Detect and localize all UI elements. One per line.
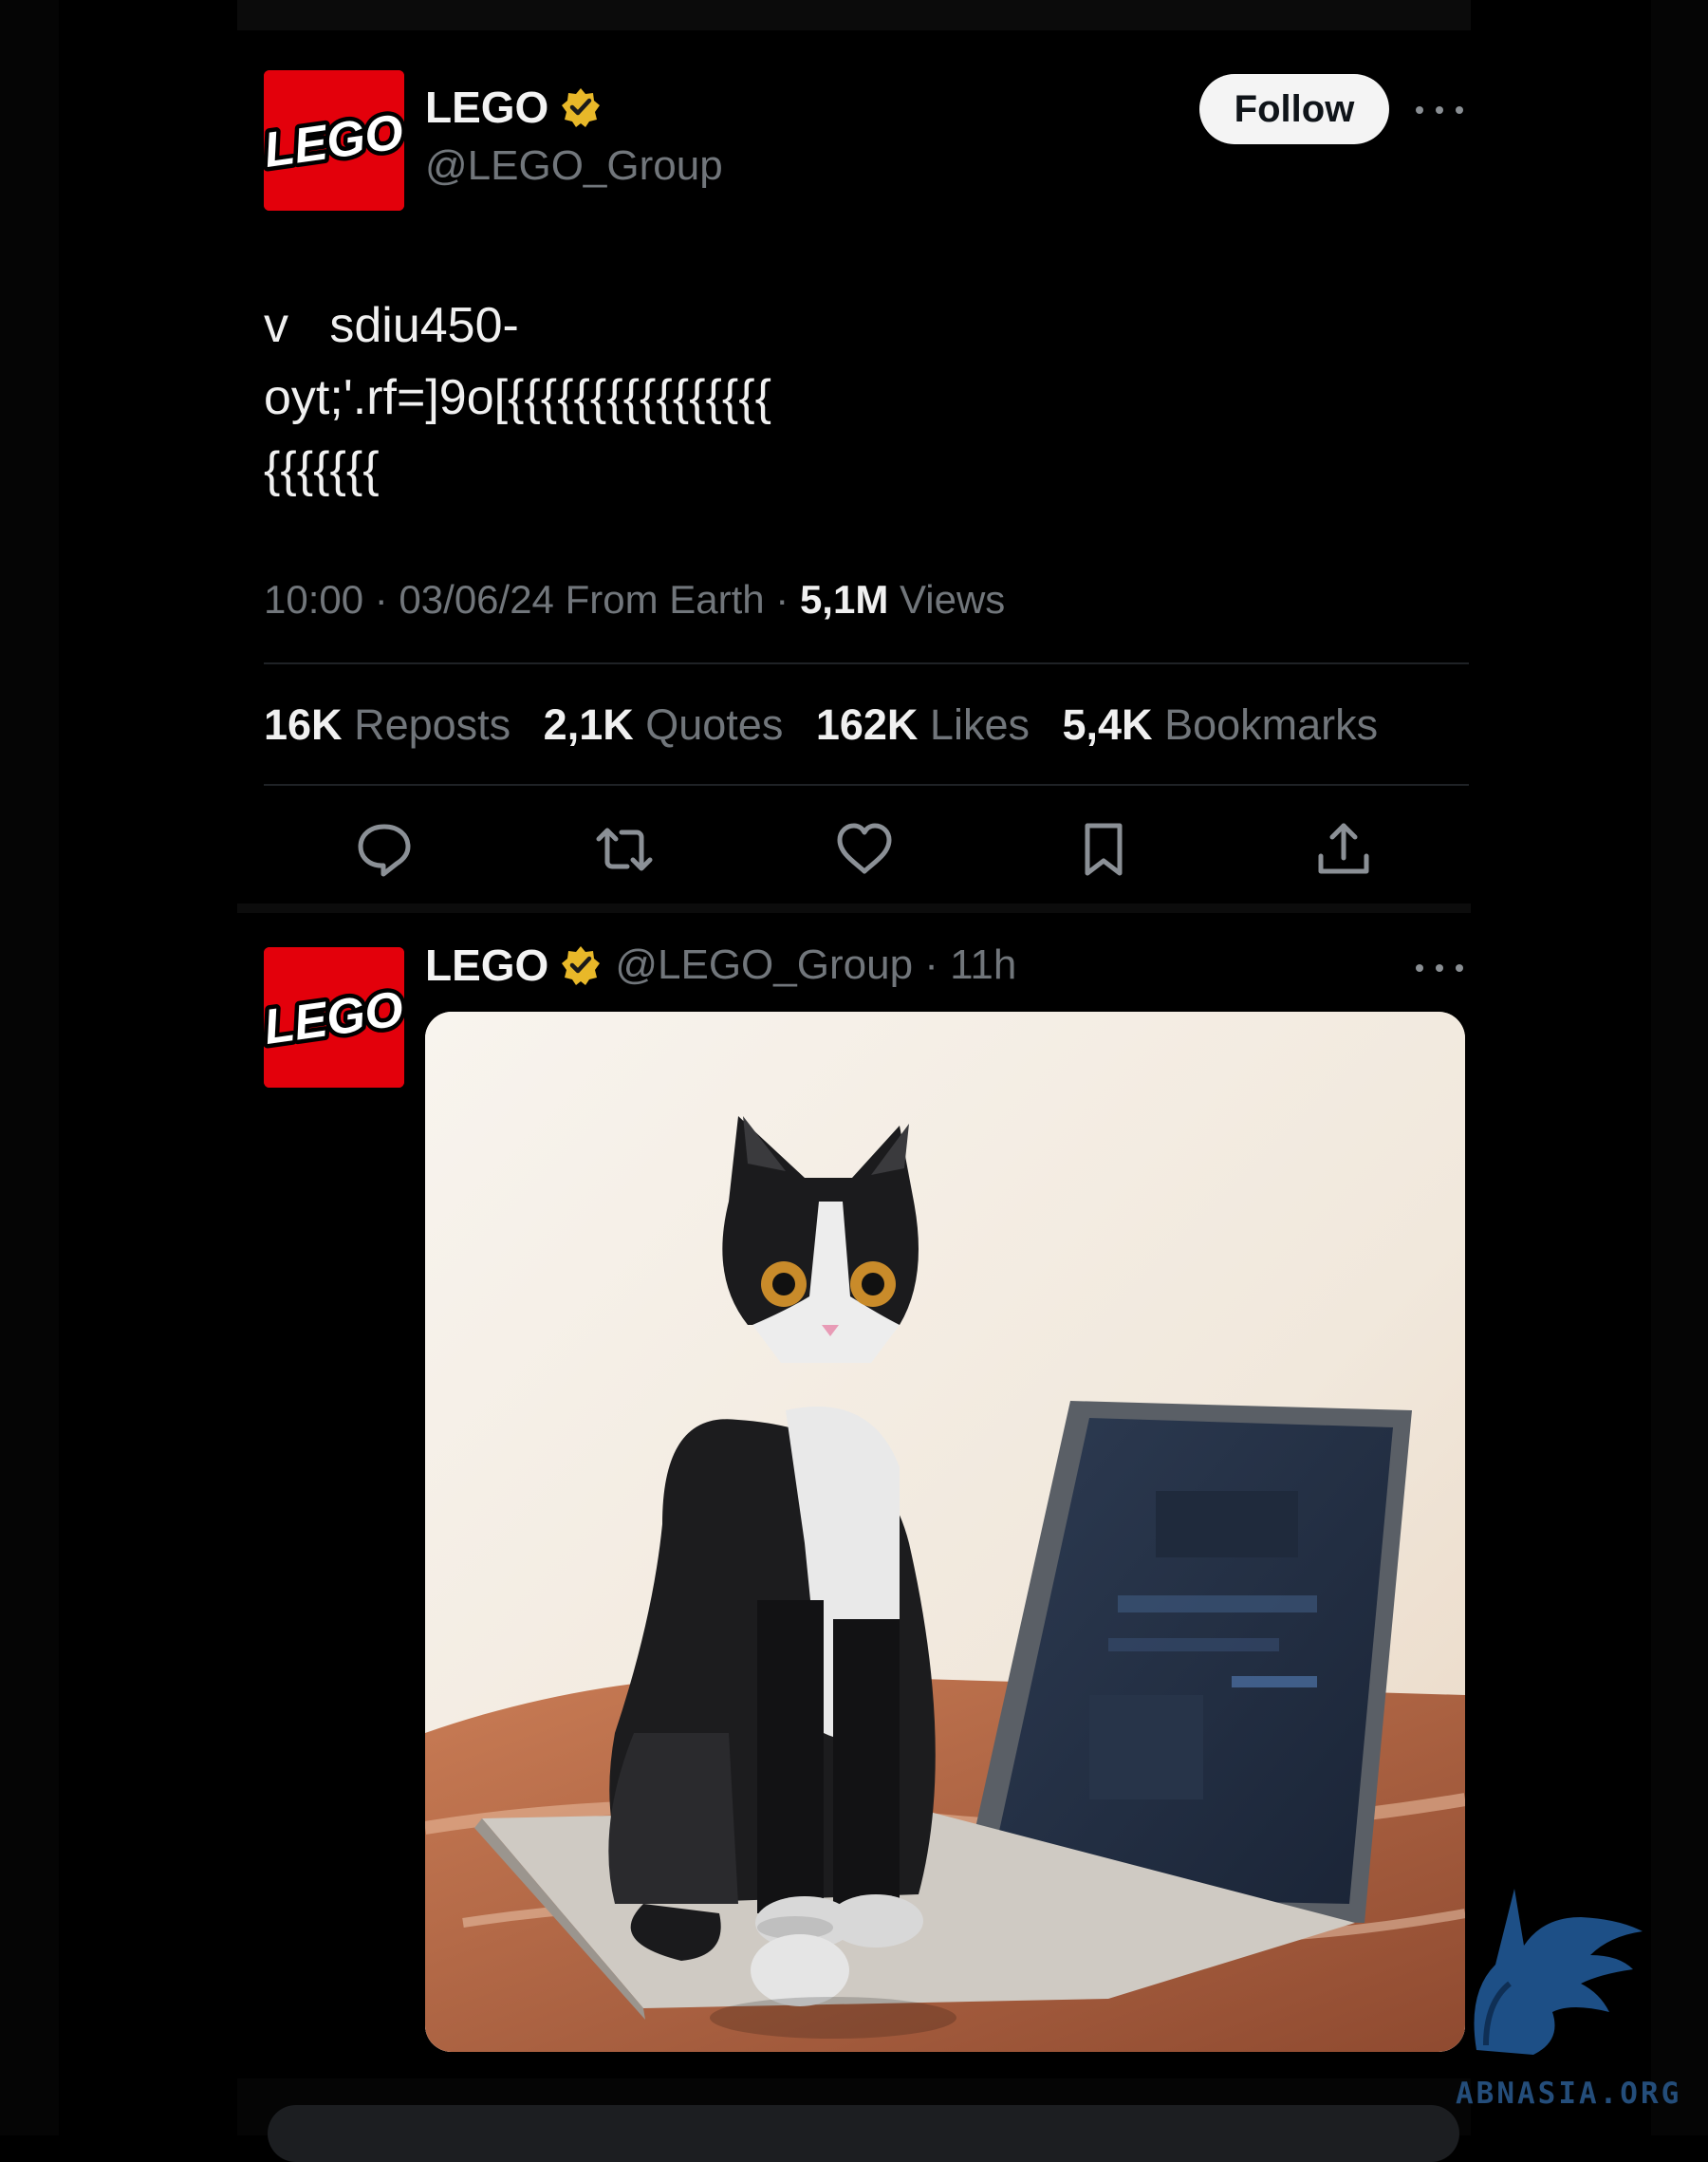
- lego-avatar[interactable]: LEGO: [264, 947, 404, 1088]
- bookmark-icon[interactable]: [1072, 818, 1135, 881]
- tweet-separator: [237, 904, 1471, 913]
- reply-composer-pill[interactable]: [268, 2105, 1459, 2162]
- tweet-text-line: v sdiu450-: [264, 298, 519, 353]
- views-count: 5,1M: [799, 577, 889, 622]
- watermark-text: ABNASIA.ORG: [1456, 2077, 1682, 2111]
- repost-icon[interactable]: [593, 818, 656, 881]
- tweet-stats: 16K Reposts 2,1K Quotes 162K Likes 5,4K …: [264, 700, 1399, 750]
- follow-button[interactable]: Follow: [1199, 74, 1389, 144]
- views-label: Views: [888, 577, 1006, 622]
- handle-and-time[interactable]: @LEGO_Group · 11h: [615, 941, 1016, 989]
- tweet-text-line: {{{{{{{: [264, 442, 380, 497]
- author-row: LEGO: [425, 82, 602, 133]
- tweet-timestamp[interactable]: 10:00 · 03/06/24 From Earth ·: [264, 577, 800, 622]
- author-handle[interactable]: @LEGO_Group: [425, 142, 723, 190]
- right-margin: [1651, 0, 1708, 2135]
- divider: [264, 784, 1469, 786]
- reposts-stat[interactable]: 16K Reposts: [264, 700, 511, 749]
- likes-stat[interactable]: 162K Likes: [816, 700, 1030, 749]
- quotes-stat[interactable]: 2,1K Quotes: [544, 700, 784, 749]
- verified-badge-icon: [562, 946, 601, 985]
- author-name[interactable]: LEGO: [425, 82, 548, 133]
- second-tweet-header: LEGO @LEGO_Group · 11h: [425, 940, 1016, 991]
- top-strip: [237, 0, 1471, 30]
- lego-avatar[interactable]: LEGO: [264, 70, 404, 211]
- abnasia-watermark: ABNASIA.ORG: [1452, 1879, 1708, 2135]
- lego-cat-photo: [425, 1012, 1465, 2052]
- bookmarks-stat[interactable]: 5,4K Bookmarks: [1063, 700, 1379, 749]
- verified-badge-icon: [562, 88, 601, 127]
- tweet-text: v sdiu450- oyt;'.rf=]9o[{{{{{{{{{{{{{{{{…: [264, 289, 1308, 506]
- more-options-icon[interactable]: [1416, 959, 1463, 978]
- divider: [264, 662, 1469, 664]
- tweet-text-line: oyt;'.rf=]9o[{{{{{{{{{{{{{{{{: [264, 370, 771, 425]
- author-name[interactable]: LEGO: [425, 940, 548, 991]
- reply-icon[interactable]: [353, 818, 416, 881]
- like-icon[interactable]: [833, 818, 896, 881]
- share-icon[interactable]: [1312, 818, 1375, 881]
- tweet-media-image[interactable]: [425, 1012, 1465, 2052]
- tweet-meta: 10:00 · 03/06/24 From Earth · 5,1M Views: [264, 577, 1005, 623]
- more-options-icon[interactable]: [1416, 101, 1463, 120]
- griffin-logo-icon: [1474, 1889, 1643, 2055]
- left-margin: [0, 0, 59, 2135]
